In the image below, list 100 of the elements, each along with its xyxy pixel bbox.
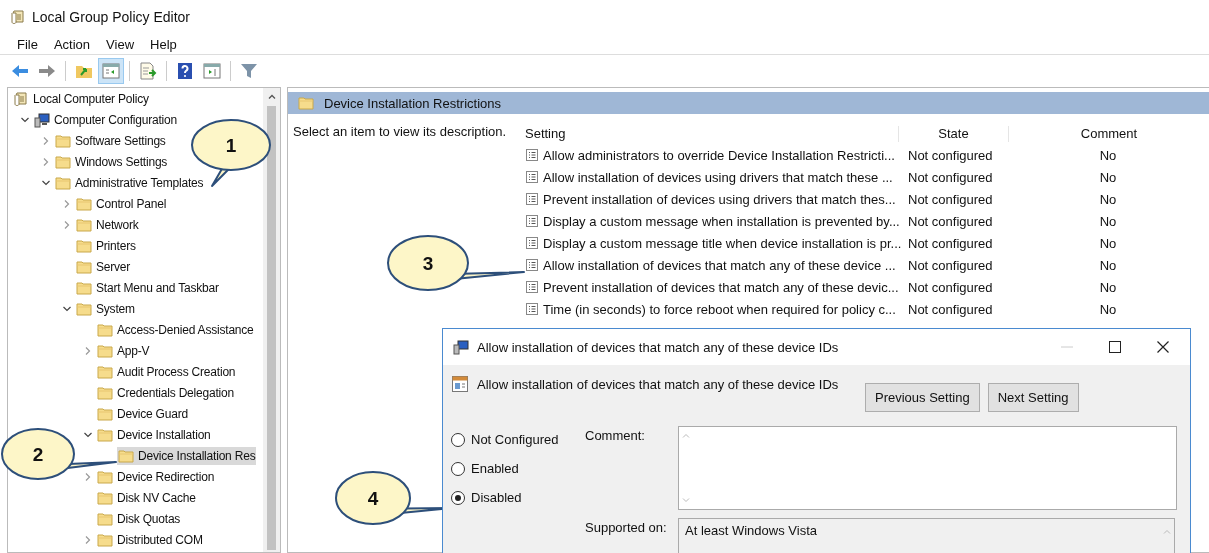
tree-item[interactable]: Disk NV Cache — [96, 488, 197, 507]
folder-icon — [97, 468, 113, 485]
table-cell-text: Not configured — [907, 191, 994, 207]
table-cell-text: No — [1098, 301, 1118, 317]
folder-icon — [97, 384, 113, 401]
policy-scroll-icon — [13, 90, 29, 107]
scroll-up-icon[interactable] — [266, 92, 277, 102]
setting-heading: Allow installation of devices that match any of these device IDs — [477, 376, 840, 392]
setting-name[interactable]: Allow installation of devices using drivers that match these ... — [543, 169, 893, 185]
table-cell-text: Not configured — [907, 169, 994, 185]
tree-item[interactable]: Credentials Delegation — [96, 383, 235, 402]
folder-icon — [97, 405, 113, 422]
maximize-icon[interactable] — [1108, 340, 1122, 354]
folder-icon — [55, 174, 71, 191]
folder-icon — [97, 426, 113, 443]
tree-item[interactable]: Computer Configuration — [33, 110, 178, 129]
folder-icon — [97, 489, 113, 506]
table-cell-text: No — [1098, 257, 1118, 273]
chevron-right-icon[interactable] — [41, 156, 51, 167]
tree-item[interactable]: Start Menu and Taskbar — [75, 278, 220, 297]
nav-button[interactable]: Next Setting — [987, 383, 1079, 412]
table-cell-text: Not configured — [907, 213, 994, 229]
chevron-right-icon[interactable] — [83, 345, 93, 356]
table-cell-text: No — [1098, 169, 1118, 185]
comment-field[interactable] — [678, 426, 1177, 510]
menu-item[interactable]: File — [17, 36, 38, 52]
setting-name[interactable]: Display a custom message when installation is prevented by... — [543, 213, 900, 229]
column-header[interactable]: State — [898, 126, 1008, 142]
policy-setting-icon — [525, 148, 539, 162]
tree-item[interactable]: Device Guard — [96, 404, 189, 423]
policy-setting-icon — [525, 302, 539, 316]
tree-item[interactable]: System — [75, 299, 136, 318]
setting-name[interactable]: Prevent installation of devices that match any of these devic... — [543, 279, 899, 295]
folder-icon — [118, 447, 134, 464]
policy-setting-icon — [525, 236, 539, 250]
policy-setting-icon — [525, 214, 539, 228]
tree-item[interactable]: Administrative Templates — [54, 173, 205, 192]
table-cell-text: No — [1098, 147, 1118, 163]
tree-item[interactable]: Control Panel — [75, 194, 168, 213]
chevron-right-icon[interactable] — [41, 135, 51, 146]
panel-title: Device Installation Restrictions — [324, 95, 502, 111]
radio-option[interactable]: Enabled — [451, 461, 585, 476]
close-icon[interactable] — [1156, 340, 1170, 354]
chevron-right-icon[interactable] — [62, 219, 72, 230]
setting-name[interactable]: Allow installation of devices that match any of these device ... — [543, 257, 896, 273]
tree-item[interactable]: Device Redirection — [96, 467, 216, 486]
column-header[interactable]: Setting — [525, 126, 898, 142]
folder-icon — [76, 237, 92, 254]
folder-icon — [55, 153, 71, 170]
window-title: Local Group Policy Editor — [32, 9, 190, 25]
chevron-right-icon[interactable] — [83, 534, 93, 545]
tree-item[interactable]: App-V — [96, 341, 151, 360]
policy-setting-icon — [525, 192, 539, 206]
tree-item[interactable]: Server — [75, 257, 132, 276]
tree-item[interactable]: Windows Settings — [54, 152, 169, 171]
scrollbar[interactable] — [263, 88, 280, 552]
console-tree-icon[interactable] — [99, 59, 123, 83]
chevron-right-icon[interactable] — [62, 198, 72, 209]
radio-option[interactable]: Disabled — [451, 490, 585, 505]
setting-name[interactable]: Prevent installation of devices using drivers that match thes... — [543, 191, 896, 207]
folder-icon — [76, 195, 92, 212]
table-cell-text: Not configured — [907, 301, 994, 317]
menu-item[interactable]: Help — [150, 36, 177, 52]
tree-item[interactable]: Device Installation Res — [117, 446, 257, 465]
computer-icon — [34, 111, 50, 128]
scroll-down-icon[interactable] — [681, 495, 691, 505]
table-cell-text: Not configured — [907, 257, 994, 273]
setting-name[interactable]: Display a custom message title when device installation is pr... — [543, 235, 902, 251]
tree-item[interactable]: Local Computer Policy — [12, 89, 150, 108]
setting-name[interactable]: Allow administrators to override Device Installation Restricti... — [543, 147, 895, 163]
radio-option[interactable]: Not Configured — [451, 432, 585, 447]
policy-window-icon — [451, 375, 469, 393]
callout-number: 4 — [367, 488, 379, 508]
tree-item[interactable]: Access-Denied Assistance — [96, 320, 255, 339]
tree-item[interactable]: Distributed COM — [96, 530, 204, 549]
folder-icon — [97, 321, 113, 338]
table-cell-text: No — [1098, 279, 1118, 295]
policy-setting-icon — [525, 280, 539, 294]
callout-number: 1 — [225, 135, 237, 155]
tree-item[interactable]: Network — [75, 215, 140, 234]
tree-item[interactable]: Device Installation — [96, 425, 212, 444]
field-label: Comment: — [585, 427, 646, 445]
table-cell-text: No — [1098, 191, 1118, 207]
folder-icon — [97, 531, 113, 548]
tree-item[interactable]: Printers — [75, 236, 137, 255]
supported-field: At least Windows Vista — [678, 518, 1175, 553]
policy-scroll-icon — [10, 9, 26, 25]
menu-item[interactable]: Action — [53, 36, 91, 52]
callout-number: 2 — [32, 444, 44, 464]
setting-name[interactable]: Time (in seconds) to force reboot when required for policy c... — [543, 301, 896, 317]
folder-icon — [97, 342, 113, 359]
tree-item[interactable]: Disk Quotas — [96, 509, 182, 528]
menu-item[interactable]: View — [106, 36, 135, 52]
policy-setting-icon — [525, 258, 539, 272]
folder-icon — [55, 132, 71, 149]
column-header[interactable]: Comment — [1008, 126, 1209, 142]
chevron-right-icon[interactable] — [83, 471, 93, 482]
nav-button[interactable]: Previous Setting — [865, 383, 980, 412]
tree-item[interactable]: Audit Process Creation — [96, 362, 237, 381]
tree-item[interactable]: Software Settings — [54, 131, 167, 150]
